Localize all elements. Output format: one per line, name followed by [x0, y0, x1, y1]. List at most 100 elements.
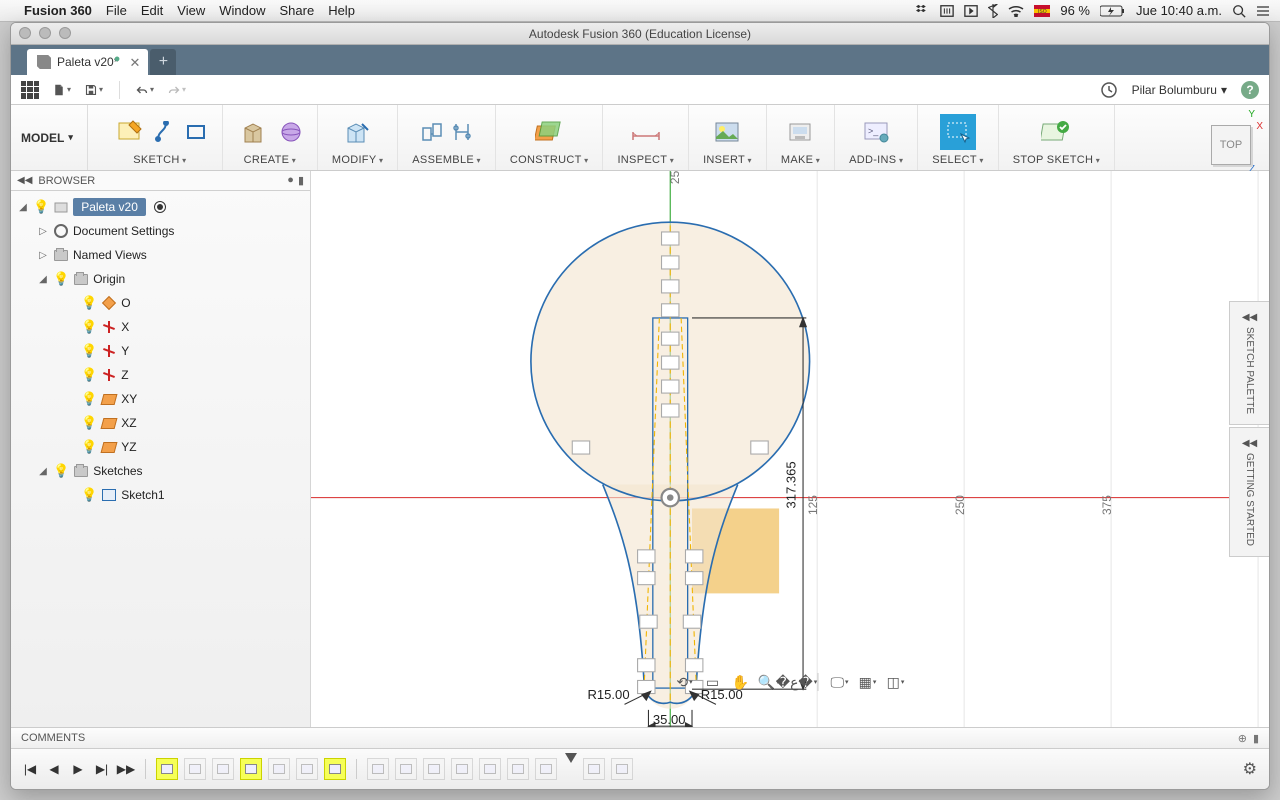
tl-item-16[interactable]: [611, 758, 633, 780]
viewport-button[interactable]: ◫: [885, 671, 907, 693]
node-origin-yz[interactable]: 💡YZ: [11, 435, 310, 459]
node-named-views[interactable]: ▷ Named Views: [11, 243, 310, 267]
comments-add-icon[interactable]: ⊕: [1238, 732, 1247, 745]
node-doc-settings[interactable]: ▷ Document Settings: [11, 219, 310, 243]
ribbon-sketch[interactable]: SKETCH: [98, 105, 223, 170]
lookat-button[interactable]: ▭: [702, 671, 724, 693]
tl-item-6[interactable]: [296, 758, 318, 780]
ribbon-select[interactable]: SELECT: [918, 105, 998, 170]
browser-header[interactable]: ◀◀ BROWSER ●▮: [11, 171, 310, 191]
tl-item-3[interactable]: [212, 758, 234, 780]
menu-window[interactable]: Window: [219, 3, 265, 18]
node-origin-xz[interactable]: 💡XZ: [11, 411, 310, 435]
ribbon-make[interactable]: MAKE: [767, 105, 835, 170]
tl-prev[interactable]: ◀: [45, 760, 63, 778]
browser-pin-icon[interactable]: ▮: [298, 174, 304, 187]
tl-first[interactable]: |◀: [21, 760, 39, 778]
orbit-button[interactable]: ⟲: [674, 671, 696, 693]
tab-add-button[interactable]: +: [150, 49, 176, 75]
ribbon-construct[interactable]: CONSTRUCT: [496, 105, 604, 170]
sidetab-getting-started[interactable]: ◀◀GETTING STARTED: [1229, 427, 1269, 557]
tl-item-14[interactable]: [535, 758, 557, 780]
node-origin-o[interactable]: 💡O: [11, 291, 310, 315]
grid-button[interactable]: ▦: [857, 671, 879, 693]
tl-settings-icon[interactable]: ⚙: [1243, 759, 1257, 779]
wifi-icon[interactable]: [1008, 5, 1024, 17]
menu-view[interactable]: View: [177, 3, 205, 18]
status-icon-1[interactable]: [940, 4, 954, 18]
node-sketches[interactable]: ◢💡 Sketches: [11, 459, 310, 483]
browser-settings-icon[interactable]: ●: [287, 174, 294, 187]
clock[interactable]: Jue 10:40 a.m.: [1136, 3, 1222, 18]
node-sketch1[interactable]: 💡Sketch1: [11, 483, 310, 507]
menu-edit[interactable]: Edit: [141, 3, 163, 18]
menu-file[interactable]: File: [106, 3, 127, 18]
traffic-lights[interactable]: [19, 27, 71, 39]
tl-item-11[interactable]: [451, 758, 473, 780]
fit-button[interactable]: �ع�: [786, 671, 808, 693]
tl-last[interactable]: ▶▶: [117, 760, 135, 778]
tl-item-5[interactable]: [268, 758, 290, 780]
ribbon-stop-sketch[interactable]: STOP SKETCH: [999, 105, 1115, 170]
redo-button[interactable]: [168, 81, 186, 99]
tl-item-4[interactable]: [240, 758, 262, 780]
spotlight-icon[interactable]: [1232, 4, 1246, 18]
app-name[interactable]: Fusion 360: [24, 3, 92, 18]
ribbon-modify[interactable]: MODIFY: [318, 105, 398, 170]
tl-item-1[interactable]: [156, 758, 178, 780]
notifications-icon[interactable]: [1256, 4, 1270, 18]
ribbon-create[interactable]: CREATE: [223, 105, 318, 170]
flag-icon[interactable]: ISO: [1034, 5, 1050, 17]
ribbon-addins[interactable]: >_ ADD-INS: [835, 105, 918, 170]
data-panel-button[interactable]: [21, 81, 39, 99]
node-origin-z[interactable]: 💡Z: [11, 363, 310, 387]
tab-close-icon[interactable]: ✕: [129, 55, 140, 71]
bluetooth-icon[interactable]: [988, 4, 998, 18]
menu-share[interactable]: Share: [279, 3, 314, 18]
workspace-switcher[interactable]: MODEL: [21, 105, 88, 170]
tab-paleta[interactable]: Paleta v20* ● ✕: [27, 49, 148, 75]
twisty-icon[interactable]: ◢: [17, 202, 29, 213]
collapse-icon[interactable]: ◀◀: [17, 175, 32, 186]
node-origin[interactable]: ◢💡 Origin: [11, 267, 310, 291]
node-origin-x[interactable]: 💡X: [11, 315, 310, 339]
ribbon-insert[interactable]: INSERT: [689, 105, 767, 170]
pan-button[interactable]: ✋: [730, 671, 752, 693]
status-icon-2[interactable]: [964, 4, 978, 18]
tl-next[interactable]: ▶|: [93, 760, 111, 778]
tl-item-12[interactable]: [479, 758, 501, 780]
menu-help[interactable]: Help: [328, 3, 355, 18]
battery-icon[interactable]: [1100, 5, 1126, 17]
user-menu[interactable]: Pilar Bolumburu ▾: [1132, 83, 1227, 97]
tl-item-2[interactable]: [184, 758, 206, 780]
tl-item-15[interactable]: [583, 758, 605, 780]
node-origin-y[interactable]: 💡Y: [11, 339, 310, 363]
viewcube[interactable]: YXZ TOP: [1197, 111, 1259, 173]
tl-item-7[interactable]: [324, 758, 346, 780]
canvas[interactable]: 250 125 250 375 500: [311, 171, 1269, 727]
tl-item-9[interactable]: [395, 758, 417, 780]
comments-bar[interactable]: COMMENTS ⊕▮: [11, 727, 1269, 749]
undo-button[interactable]: [136, 81, 154, 99]
tl-play[interactable]: ▶: [69, 760, 87, 778]
viewcube-face[interactable]: TOP: [1211, 125, 1251, 165]
help-button[interactable]: ?: [1241, 81, 1259, 99]
activate-icon[interactable]: [154, 201, 166, 213]
save-button[interactable]: [85, 81, 103, 99]
node-root[interactable]: ◢ 💡 Paleta v20: [11, 195, 310, 219]
tl-item-13[interactable]: [507, 758, 529, 780]
tl-marker[interactable]: [565, 753, 577, 763]
file-menu-button[interactable]: [53, 81, 71, 99]
sidetab-sketch-palette[interactable]: ◀◀SKETCH PALETTE: [1229, 301, 1269, 425]
display-button[interactable]: 🖵: [829, 671, 851, 693]
ribbon-assemble[interactable]: ASSEMBLE: [398, 105, 496, 170]
bulb-icon[interactable]: 💡: [33, 199, 49, 215]
sketch-svg: 250 125 250 375 500: [311, 171, 1269, 727]
dropbox-icon[interactable]: [916, 4, 930, 18]
tl-item-8[interactable]: [367, 758, 389, 780]
comments-pin-icon[interactable]: ▮: [1253, 732, 1259, 745]
ribbon-inspect[interactable]: INSPECT: [603, 105, 689, 170]
node-origin-xy[interactable]: 💡XY: [11, 387, 310, 411]
job-status-icon[interactable]: [1100, 81, 1118, 99]
tl-item-10[interactable]: [423, 758, 445, 780]
